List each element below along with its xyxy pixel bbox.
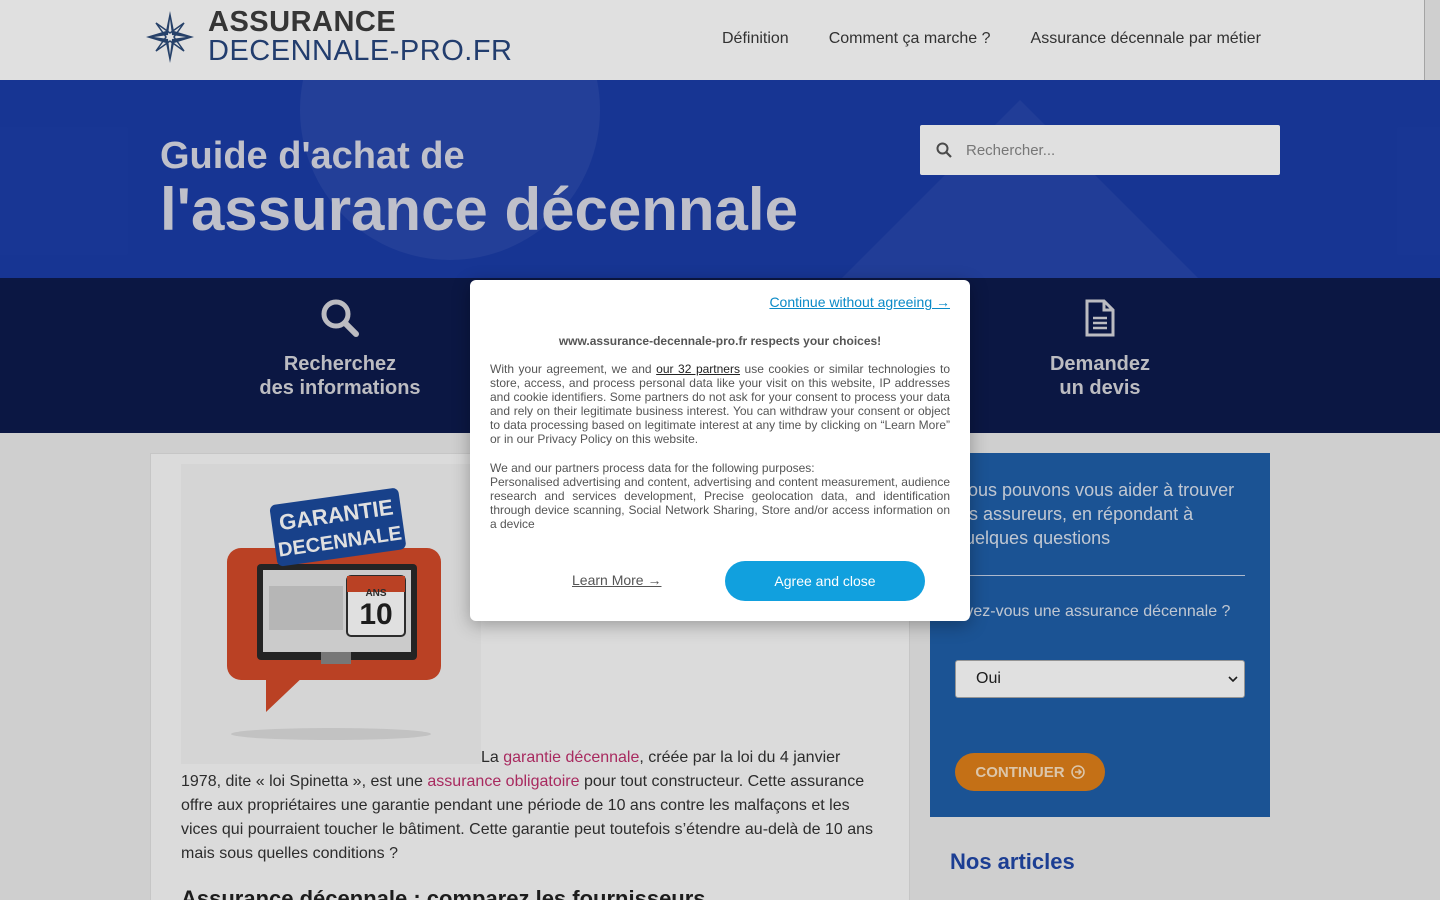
logo-line2: DECENNALE-PRO.FR xyxy=(208,35,513,67)
cookie-consent-modal: Continue without agreeing → www.assuranc… xyxy=(470,280,970,621)
site-header: ASSURANCE DECENNALE-PRO.FR Définition Co… xyxy=(0,0,1425,80)
document-icon xyxy=(1085,299,1115,337)
guarantee-illustration: ANS 10 GARANTIE DECENNALE xyxy=(181,464,481,764)
article-heading: Assurance décennale : comparez les fourn… xyxy=(181,886,706,900)
search-input[interactable] xyxy=(966,141,1256,159)
step-label-line2: des informations xyxy=(259,377,421,399)
quote-form-box: Nous pouvons vous aider à trouver les as… xyxy=(930,453,1270,817)
continue-without-agreeing-link[interactable]: Continue without agreeing → xyxy=(769,294,950,310)
continue-button[interactable]: CONTINUER xyxy=(955,753,1105,791)
search-box xyxy=(920,125,1280,175)
form-intro: Nous pouvons vous aider à trouver les as… xyxy=(955,480,1235,548)
step-label-line2: un devis xyxy=(1059,377,1141,399)
hero-title-line2: l'assurance décennale xyxy=(160,176,798,243)
divider xyxy=(955,575,1245,576)
search-icon xyxy=(321,299,359,337)
agree-and-close-button[interactable]: Agree and close xyxy=(725,561,925,601)
insurance-select[interactable]: Oui xyxy=(955,660,1245,698)
article-intro: La garantie décennale, créée par la loi … xyxy=(181,746,881,866)
consent-body: With your agreement, we and our 32 partn… xyxy=(490,362,950,446)
step-search[interactable]: Recherchez des informations xyxy=(210,298,470,400)
consent-title: www.assurance-decennale-pro.fr respects … xyxy=(558,334,882,348)
text-prefix: La xyxy=(481,749,504,766)
chevron-down-icon xyxy=(1228,676,1238,682)
articles-title: Nos articles xyxy=(950,849,1075,874)
continue-label: CONTINUER xyxy=(975,763,1065,781)
select-value: Oui xyxy=(976,670,1001,687)
article-image: ANS 10 GARANTIE DECENNALE xyxy=(181,464,481,764)
nav-by-profession[interactable]: Assurance décennale par métier xyxy=(1031,30,1261,48)
site-logo[interactable]: ASSURANCE DECENNALE-PRO.FR xyxy=(142,8,513,66)
step-label-line1: Demandez xyxy=(1049,353,1151,375)
nav-how-it-works[interactable]: Comment ça marche ? xyxy=(829,30,991,48)
learn-more-link[interactable]: Learn More → xyxy=(572,572,661,588)
logo-text: ASSURANCE DECENNALE-PRO.FR xyxy=(208,8,513,66)
link-assurance-obligatoire[interactable]: assurance obligatoire xyxy=(427,773,579,790)
purposes-intro: We and our partners process data for the… xyxy=(490,461,815,475)
search-icon[interactable] xyxy=(936,142,952,158)
consent-body-prefix: With your agreement, we and xyxy=(490,362,657,376)
main-nav: Définition Comment ça marche ? Assurance… xyxy=(722,30,1261,48)
nav-definition[interactable]: Définition xyxy=(722,30,789,48)
arrow-circle-right-icon xyxy=(1070,765,1085,779)
purposes-list: Personalised advertising and content, ad… xyxy=(490,475,950,531)
form-question: Avez-vous une assurance décennale ? xyxy=(955,603,1231,620)
hero-banner: Guide d'achat de l'assurance décennale xyxy=(0,80,1440,278)
hero-title-line1: Guide d'achat de xyxy=(160,135,465,177)
calendar-number: 10 xyxy=(359,598,392,631)
step-quote[interactable]: Demandez un devis xyxy=(970,298,1230,400)
compass-star-icon xyxy=(146,11,194,63)
link-garantie-decennale[interactable]: garantie décennale xyxy=(503,749,639,766)
step-label-line1: Recherchez xyxy=(283,353,397,375)
partners-link[interactable]: our 32 partners xyxy=(656,362,740,376)
logo-line1: ASSURANCE xyxy=(208,6,397,38)
consent-purposes: We and our partners process data for the… xyxy=(490,461,950,531)
